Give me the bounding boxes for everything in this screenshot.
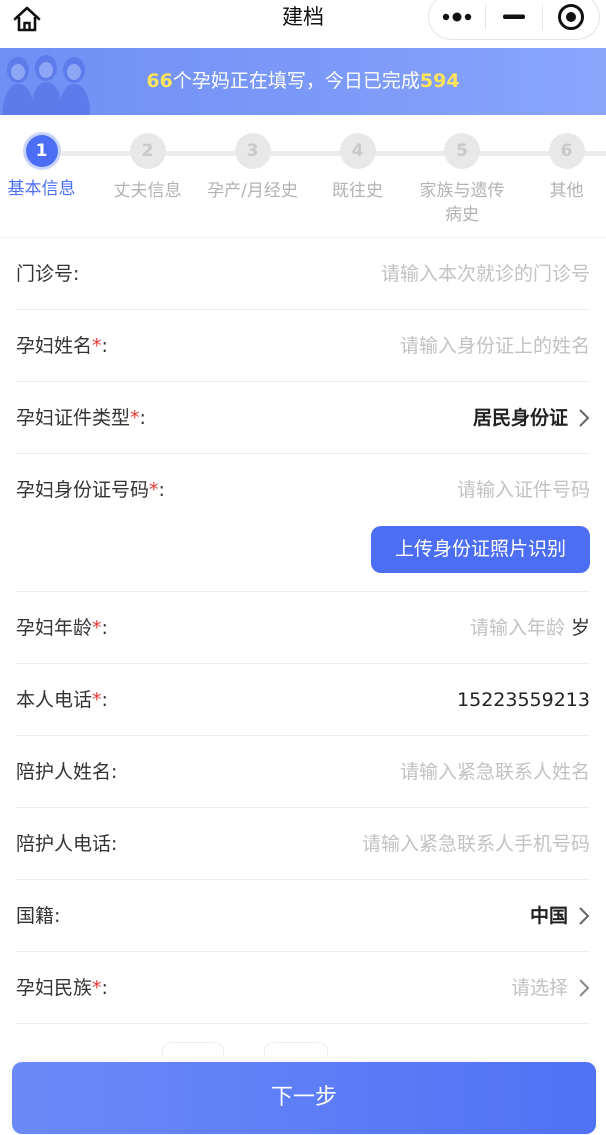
label-colon: : — [101, 688, 108, 711]
ethnicity-row[interactable]: 孕妇民族*: 请选择 — [16, 952, 590, 1024]
ethnicity-label: 孕妇民族*: — [16, 975, 108, 1001]
name-label-text: 孕妇姓名 — [16, 334, 93, 357]
id-type-label: 孕妇证件类型*: — [16, 405, 146, 431]
companion-phone-row: 陪护人电话: — [16, 808, 590, 880]
required-mark: * — [92, 616, 102, 639]
partially-hidden-option — [162, 1042, 224, 1056]
age-input[interactable] — [404, 616, 565, 639]
next-step-button[interactable]: 下一步 — [12, 1062, 596, 1134]
phone-row: 本人电话*: 15223559213 — [16, 664, 590, 736]
step-5[interactable]: 5 家族与遗传病史 — [417, 133, 507, 227]
required-mark: * — [130, 406, 140, 429]
basic-info-form: 门诊号: 孕妇姓名*: 孕妇证件类型*: 居民身份证 孕妇身份证号码*: 上传身… — [16, 238, 590, 1024]
ethnicity-label-text: 孕妇民族 — [16, 976, 93, 999]
required-mark: * — [92, 688, 102, 711]
minimize-icon[interactable] — [486, 0, 542, 39]
step-number: 4 — [339, 133, 376, 169]
more-icon[interactable] — [429, 0, 485, 39]
companion-name-label: 陪护人姓名: — [16, 760, 118, 783]
id-type-label-text: 孕妇证件类型 — [16, 406, 131, 429]
companion-name-input[interactable] — [290, 760, 590, 783]
id-type-select[interactable]: 居民身份证 — [473, 405, 590, 431]
phone-label: 本人电话*: — [16, 687, 108, 713]
age-unit: 岁 — [570, 616, 590, 639]
label-colon: : — [158, 479, 165, 501]
id-number-label-text: 孕妇身份证号码 — [16, 479, 150, 501]
nationality-row[interactable]: 国籍: 中国 — [16, 880, 590, 952]
banner-text: 66个孕妈正在填写，今日已完成594 — [0, 68, 606, 94]
step-number: 2 — [129, 133, 166, 169]
id-number-input[interactable] — [330, 479, 590, 501]
step-label: 其他 — [549, 181, 584, 201]
upload-id-photo-button[interactable]: 上传身份证照片识别 — [371, 526, 590, 573]
step-number: 5 — [444, 133, 480, 169]
navbar: 建档 — [0, 0, 606, 48]
nationality-value: 中国 — [529, 904, 568, 927]
id-number-label: 孕妇身份证号码*: — [16, 477, 165, 503]
chevron-right-icon — [578, 408, 590, 428]
clinic-number-input[interactable] — [290, 262, 590, 285]
id-type-value: 居民身份证 — [472, 406, 568, 429]
partially-hidden-option — [264, 1042, 328, 1056]
nationality-label: 国籍: — [16, 904, 61, 927]
step-4[interactable]: 4 既往史 — [305, 133, 410, 203]
step-2[interactable]: 2 丈夫信息 — [95, 133, 200, 203]
companion-name-row: 陪护人姓名: — [16, 736, 590, 808]
step-indicator: 1 基本信息 2 丈夫信息 3 孕产/月经史 4 既往史 5 家族与遗传病史 6… — [0, 115, 606, 238]
phone-input[interactable]: 15223559213 — [457, 687, 590, 713]
completed-count: 594 — [419, 70, 460, 92]
step-6[interactable]: 6 其他 — [514, 133, 606, 203]
step-number: 1 — [25, 135, 58, 167]
id-type-row[interactable]: 孕妇证件类型*: 居民身份证 — [16, 382, 590, 454]
step-label: 孕产/月经史 — [207, 181, 298, 201]
ethnicity-select[interactable]: 请选择 — [511, 975, 590, 1001]
age-row: 孕妇年龄*: 岁 — [16, 592, 590, 664]
ethnicity-placeholder: 请选择 — [510, 976, 568, 999]
name-row: 孕妇姓名*: — [16, 310, 590, 382]
step-3[interactable]: 3 孕产/月经史 — [200, 133, 305, 203]
step-label: 丈夫信息 — [113, 181, 182, 201]
companion-phone-input[interactable] — [260, 832, 590, 855]
step-number: 3 — [234, 133, 271, 169]
companion-phone-label: 陪护人电话: — [16, 832, 118, 855]
banner-middle-text: 个孕妈正在填写，今日已完成 — [172, 70, 420, 92]
chevron-right-icon — [578, 906, 590, 926]
required-mark: * — [92, 976, 102, 999]
mini-program-capsule — [428, 0, 600, 40]
step-label: 既往史 — [332, 181, 383, 201]
step-label: 基本信息 — [7, 179, 76, 199]
clinic-number-label: 门诊号: — [16, 262, 80, 285]
age-label-text: 孕妇年龄 — [16, 616, 93, 639]
step-number: 6 — [548, 133, 585, 169]
name-label: 孕妇姓名*: — [16, 333, 108, 359]
age-label: 孕妇年龄*: — [16, 615, 108, 641]
label-colon: : — [101, 616, 108, 639]
progress-banner: 66个孕妈正在填写，今日已完成594 — [0, 48, 606, 115]
name-input[interactable] — [290, 334, 590, 357]
required-mark: * — [92, 334, 102, 357]
age-field: 岁 — [404, 615, 590, 641]
label-colon: : — [139, 406, 146, 429]
clinic-number-row: 门诊号: — [16, 238, 590, 310]
filling-count: 66 — [146, 70, 173, 92]
nationality-select[interactable]: 中国 — [530, 903, 590, 929]
close-target-icon[interactable] — [543, 0, 599, 39]
label-colon: : — [101, 334, 108, 357]
label-colon: : — [101, 976, 108, 999]
step-1[interactable]: 1 基本信息 — [0, 133, 94, 201]
step-label: 家族与遗传病史 — [419, 181, 505, 225]
phone-label-text: 本人电话 — [16, 688, 93, 711]
required-mark: * — [149, 479, 159, 501]
chevron-right-icon — [578, 978, 590, 998]
